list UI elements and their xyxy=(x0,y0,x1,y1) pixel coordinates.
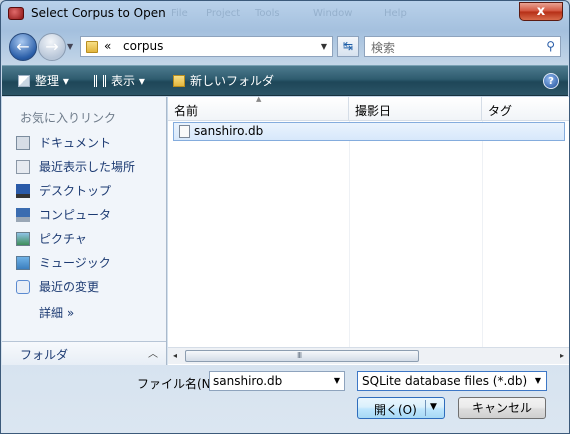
scroll-right-icon[interactable]: ▸ xyxy=(560,351,564,360)
help-button[interactable]: ? xyxy=(543,73,559,89)
folders-toggle[interactable]: フォルダ ︿ xyxy=(2,341,166,365)
favorites-heading: お気に入りリンク xyxy=(20,111,117,125)
chevron-down-icon[interactable]: ▼ xyxy=(535,376,541,385)
history-dropdown-icon[interactable]: ▼ xyxy=(67,42,73,51)
search-icon[interactable]: ⚲ xyxy=(546,39,555,53)
search-placeholder: 検索 xyxy=(371,41,396,55)
close-button[interactable]: x xyxy=(519,2,563,21)
chevron-down-icon[interactable]: ▼ xyxy=(321,42,327,51)
ghost-menu-item: File xyxy=(171,8,188,19)
column-divider xyxy=(349,121,350,347)
column-header-date[interactable]: 撮影日 xyxy=(349,97,482,121)
sidebar-item-label: デスクトップ xyxy=(39,184,112,198)
sidebar-item-label: ピクチャ xyxy=(39,232,87,246)
computer-icon xyxy=(16,208,30,222)
scrollbar-grip: III xyxy=(297,351,302,360)
folders-label: フォルダ xyxy=(20,348,69,362)
cancel-button[interactable]: キャンセル xyxy=(458,397,546,419)
forward-button[interactable]: → xyxy=(38,33,66,61)
scrollbar-thumb[interactable]: III xyxy=(185,350,419,362)
sidebar-item-computer[interactable]: コンピュータ xyxy=(16,206,111,226)
new-folder-button[interactable]: 新しいフォルダ xyxy=(173,72,274,89)
organize-label: 整理 ▾ xyxy=(35,74,69,88)
open-file-dialog: Select Corpus to Open File Project Tools… xyxy=(0,0,570,434)
command-bar: 整理 ▾ 表示 ▾ 新しいフォルダ ? xyxy=(2,65,568,96)
pictures-icon xyxy=(16,232,30,246)
organize-button[interactable]: 整理 ▾ xyxy=(18,72,69,89)
chevron-up-icon: ︿ xyxy=(148,349,158,360)
new-folder-icon xyxy=(173,75,185,87)
search-input[interactable]: 検索 ⚲ xyxy=(364,36,561,57)
ghost-menu-item: Window xyxy=(313,8,353,19)
view-label: 表示 ▾ xyxy=(111,74,145,88)
filename-field[interactable]: sanshiro.db ▼ xyxy=(209,371,345,391)
new-folder-label: 新しいフォルダ xyxy=(190,74,275,88)
sidebar-item-desktop[interactable]: デスクトップ xyxy=(16,182,111,202)
window-title: Select Corpus to Open xyxy=(31,6,166,20)
back-button[interactable]: ← xyxy=(9,33,37,61)
view-button[interactable]: 表示 ▾ xyxy=(94,72,145,89)
column-divider xyxy=(482,121,483,347)
column-header-tags[interactable]: タグ xyxy=(482,97,569,121)
folder-icon xyxy=(86,41,98,53)
forward-arrow-icon: → xyxy=(45,37,59,56)
recent-changes-icon xyxy=(16,280,30,294)
more-links-button[interactable]: 詳細 » xyxy=(39,304,74,321)
title-bar: Select Corpus to Open File Project Tools… xyxy=(1,1,569,27)
chevron-down-icon[interactable]: ▼ xyxy=(334,376,340,385)
open-button[interactable]: 開く(O) ▼ xyxy=(357,397,445,419)
breadcrumb-corpus[interactable]: corpus xyxy=(123,39,163,53)
column-header-label: 撮影日 xyxy=(355,104,392,118)
refresh-icon: ↹ xyxy=(342,39,354,53)
recent-places-icon xyxy=(16,160,30,174)
documents-icon xyxy=(16,136,30,150)
sidebar-item-recent-changes[interactable]: 最近の変更 xyxy=(16,278,99,298)
split-divider xyxy=(425,400,426,416)
sort-ascending-icon: ▲ xyxy=(256,95,262,103)
file-row[interactable]: sanshiro.db xyxy=(173,122,565,141)
file-name: sanshiro.db xyxy=(194,124,264,138)
sidebar-item-label: ドキュメント xyxy=(39,136,112,150)
sidebar-item-label: ミュージック xyxy=(39,256,111,270)
desktop-icon xyxy=(16,184,30,198)
navigation-pane: お気に入りリンク ドキュメント 最近表示した場所 デスクトップ コンピュータ ピ… xyxy=(2,97,167,365)
ghost-menu-item: Help xyxy=(384,8,407,19)
horizontal-scrollbar[interactable]: ◂ III ▸ xyxy=(168,347,569,364)
file-list: 名前 ▲ 撮影日 タグ sanshiro.db ◂ III ▸ xyxy=(168,95,569,365)
column-header-label: 名前 xyxy=(174,104,199,118)
ghost-menu-item: Project xyxy=(206,8,241,19)
column-header-name[interactable]: 名前 ▲ xyxy=(168,95,349,121)
sidebar-item-pictures[interactable]: ピクチャ xyxy=(16,230,87,250)
sidebar-item-music[interactable]: ミュージック xyxy=(16,254,111,274)
refresh-button[interactable]: ↹ xyxy=(337,36,359,57)
ghost-menu-item: Tools xyxy=(255,8,280,19)
breadcrumb-overflow[interactable]: « xyxy=(104,39,111,53)
filename-value: sanshiro.db xyxy=(213,374,283,388)
sidebar-item-label: 最近の変更 xyxy=(39,280,100,294)
open-button-label: 開く(O) xyxy=(374,403,417,417)
organize-icon xyxy=(18,75,30,87)
address-bar[interactable]: « corpus ▼ xyxy=(80,36,333,57)
back-arrow-icon: ← xyxy=(16,37,30,56)
file-type-value: SQLite database files (*.db) xyxy=(362,374,528,388)
sidebar-item-recent-places[interactable]: 最近表示した場所 xyxy=(16,158,135,178)
sidebar-item-documents[interactable]: ドキュメント xyxy=(16,134,111,154)
music-icon xyxy=(16,256,30,270)
sidebar-item-label: コンピュータ xyxy=(39,208,112,222)
scroll-left-icon[interactable]: ◂ xyxy=(173,351,177,360)
close-icon: x xyxy=(536,4,546,19)
sidebar-item-label: 最近表示した場所 xyxy=(39,160,136,174)
filename-label: ファイル名(N): xyxy=(137,377,220,391)
view-icon xyxy=(94,75,106,87)
app-icon xyxy=(8,7,24,20)
open-options-icon[interactable]: ▼ xyxy=(430,402,437,412)
file-type-filter[interactable]: SQLite database files (*.db) ▼ xyxy=(357,371,547,391)
help-icon: ? xyxy=(548,76,554,87)
column-header-label: タグ xyxy=(488,104,513,118)
database-file-icon xyxy=(179,125,190,138)
